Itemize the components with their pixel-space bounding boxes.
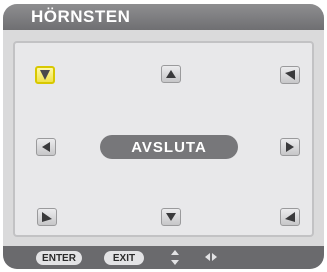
exit-key-badge[interactable]: EXIT [104, 251, 144, 265]
up-down-arrows-icon [171, 250, 179, 265]
footer-bar: ENTER EXIT [3, 246, 324, 269]
corner-top-center-button[interactable] [161, 65, 181, 83]
arrow-down-icon [166, 213, 176, 221]
keystone-window: HÖRNSTEN AVSLUTA ENTER EXIT [3, 4, 324, 269]
arrow-up-icon [166, 70, 176, 78]
arrow-up-left-icon [285, 212, 295, 222]
corner-bottom-left-button[interactable] [37, 208, 57, 226]
arrow-left-icon [42, 142, 50, 152]
corner-top-left-button[interactable] [35, 66, 55, 84]
corner-bottom-right-button[interactable] [280, 208, 300, 226]
exit-button[interactable]: AVSLUTA [100, 135, 238, 159]
left-right-arrows-icon [205, 253, 217, 261]
corner-bottom-center-button[interactable] [161, 208, 181, 226]
arrow-up-right-icon [42, 212, 52, 222]
window-title: HÖRNSTEN [31, 7, 131, 26]
enter-key-badge[interactable]: ENTER [36, 251, 82, 265]
enter-key-label: ENTER [42, 252, 76, 264]
corner-middle-left-button[interactable] [36, 138, 56, 156]
title-bar: HÖRNSTEN [3, 4, 324, 30]
arrow-down-left-icon [285, 70, 295, 80]
exit-key-label: EXIT [112, 252, 136, 264]
corner-middle-right-button[interactable] [280, 138, 300, 156]
corner-top-right-button[interactable] [280, 66, 300, 84]
arrow-down-right-icon [40, 70, 50, 80]
arrow-right-icon [286, 142, 294, 152]
